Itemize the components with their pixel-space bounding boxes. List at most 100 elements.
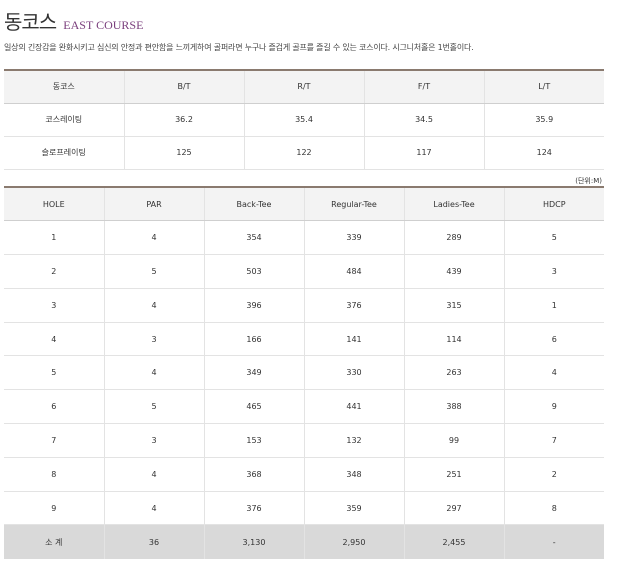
total-hdcp: - <box>504 524 604 559</box>
regular-tee-cell: 359 <box>304 491 405 525</box>
lt-cell: 124 <box>536 148 552 157</box>
hdcp-cell: 3 <box>551 266 557 276</box>
hole-number-cell: 5 <box>4 355 105 390</box>
ladies-tee-cell: 99 <box>404 423 505 458</box>
rt-cell: 35.4 <box>244 103 365 136</box>
hole-body: 1 4 354 339 289 5 2 5 503 484 439 3 3 4 396 376 315 1 4 3 16… <box>4 220 604 525</box>
hole-row: 4 3 166 141 114 6 <box>4 322 604 356</box>
regular-tee-cell: 141 <box>304 322 405 356</box>
regular-tee-cell: 376 <box>304 288 405 323</box>
par-cell: 5 <box>104 254 205 289</box>
back-tee-cell: 396 <box>204 288 305 323</box>
hdcp-cell: 6 <box>551 334 557 344</box>
back-tee-cell: 465 <box>204 389 305 424</box>
hdcp-cell: 7 <box>551 435 557 445</box>
hole-number-cell: 2 <box>4 254 105 289</box>
bt-cell: 36.2 <box>124 103 245 136</box>
rating-header-ft: F/T <box>364 70 485 104</box>
hdcp-cell: 9 <box>551 402 557 412</box>
hole-header-back-tee: Back-Tee <box>204 187 305 222</box>
hdcp-cell: 4 <box>551 368 557 378</box>
regular-tee-cell: 339 <box>304 220 405 255</box>
par-cell: 3 <box>104 322 205 356</box>
regular-tee-cell: 348 <box>304 457 405 492</box>
hole-number-cell: 9 <box>4 491 105 525</box>
rating-header-bt: B/T <box>124 70 245 104</box>
unit-label: (단위:M) <box>575 177 602 185</box>
back-tee-cell: 166 <box>204 322 305 356</box>
rating-body: 코스레이팅 36.2 35.4 34.5 35.9 슬로프레이팅 125 122 117 124 <box>4 103 604 169</box>
rating-row: 슬로프레이팅 125 122 117 124 <box>4 136 604 169</box>
hole-table: HOLE PAR Back-Tee Regular-Tee Ladies-Tee… <box>4 186 604 559</box>
ladies-tee-cell: 263 <box>404 355 505 390</box>
hdcp-cell: 2 <box>551 469 557 479</box>
title-korean: 동코스 <box>4 10 57 34</box>
hole-number-cell: 1 <box>4 220 105 255</box>
hole-row: 3 4 396 376 315 1 <box>4 288 604 323</box>
hdcp-cell: 8 <box>551 503 557 513</box>
total-label: 소 계 <box>4 524 105 559</box>
par-cell: 4 <box>104 288 205 323</box>
ladies-tee-cell: 114 <box>404 322 505 356</box>
par-cell: 4 <box>104 220 205 255</box>
bt-cell: 125 <box>124 136 245 169</box>
hdcp-cell: 1 <box>551 300 557 310</box>
hole-row: 6 5 465 441 388 9 <box>4 389 604 424</box>
course-intro-text: 일상의 긴장감을 완화시키고 심신의 안정과 편안함을 느끼게하여 골퍼라면 누… <box>4 43 474 52</box>
hole-header-ladies-tee: Ladies-Tee <box>404 187 505 222</box>
back-tee-cell: 376 <box>204 491 305 525</box>
hole-header-hdcp: HDCP <box>504 187 604 222</box>
par-cell: 4 <box>104 457 205 492</box>
ladies-tee-cell: 315 <box>404 288 505 323</box>
ladies-tee-cell: 439 <box>404 254 505 289</box>
total-regular-tee: 2,950 <box>304 524 405 559</box>
back-tee-cell: 349 <box>204 355 305 390</box>
total-back-tee: 3,130 <box>204 524 305 559</box>
rating-header-rt: R/T <box>244 70 365 104</box>
ladies-tee-cell: 251 <box>404 457 505 492</box>
ladies-tee-cell: 297 <box>404 491 505 525</box>
hole-number-cell: 8 <box>4 457 105 492</box>
hole-header-hole: HOLE <box>4 187 105 222</box>
par-cell: 5 <box>104 389 205 424</box>
rating-header-lt: L/T <box>484 70 604 104</box>
rating-header-course: 동코스 <box>4 70 125 104</box>
regular-tee-cell: 132 <box>304 423 405 458</box>
hole-row: 2 5 503 484 439 3 <box>4 254 604 289</box>
back-tee-cell: 503 <box>204 254 305 289</box>
back-tee-cell: 153 <box>204 423 305 458</box>
total-row: 소 계 36 3,130 2,950 2,455 - <box>4 524 604 559</box>
regular-tee-cell: 441 <box>304 389 405 424</box>
total-ladies-tee: 2,455 <box>404 524 505 559</box>
rating-label-cell: 코스레이팅 <box>4 103 125 136</box>
lt-cell: 35.9 <box>535 115 554 124</box>
hole-row: 9 4 376 359 297 8 <box>4 491 604 525</box>
regular-tee-cell: 484 <box>304 254 405 289</box>
ladies-tee-cell: 388 <box>404 389 505 424</box>
rating-label-cell: 슬로프레이팅 <box>4 136 125 169</box>
hole-number-cell: 4 <box>4 322 105 356</box>
hole-number-cell: 3 <box>4 288 105 323</box>
hole-number-cell: 6 <box>4 389 105 424</box>
par-cell: 4 <box>104 355 205 390</box>
par-cell: 4 <box>104 491 205 525</box>
ft-cell: 117 <box>364 136 485 169</box>
rating-header-row: 동코스 B/T R/T F/T L/T <box>4 70 604 104</box>
hole-header-par: PAR <box>104 187 205 222</box>
hole-row: 8 4 368 348 251 2 <box>4 457 604 492</box>
title-english: EAST COURSE <box>63 18 144 32</box>
regular-tee-cell: 330 <box>304 355 405 390</box>
hole-number-cell: 7 <box>4 423 105 458</box>
back-tee-cell: 368 <box>204 457 305 492</box>
hole-row: 1 4 354 339 289 5 <box>4 220 604 255</box>
hole-row: 5 4 349 330 263 4 <box>4 355 604 390</box>
rating-row: 코스레이팅 36.2 35.4 34.5 35.9 <box>4 103 604 136</box>
hole-row: 7 3 153 132 99 7 <box>4 423 604 458</box>
hole-header-regular-tee: Regular-Tee <box>304 187 405 222</box>
ladies-tee-cell: 289 <box>404 220 505 255</box>
back-tee-cell: 354 <box>204 220 305 255</box>
hole-header-row: HOLE PAR Back-Tee Regular-Tee Ladies-Tee… <box>4 187 604 222</box>
hdcp-cell: 5 <box>551 233 557 243</box>
rt-cell: 122 <box>244 136 365 169</box>
ft-cell: 34.5 <box>364 103 485 136</box>
